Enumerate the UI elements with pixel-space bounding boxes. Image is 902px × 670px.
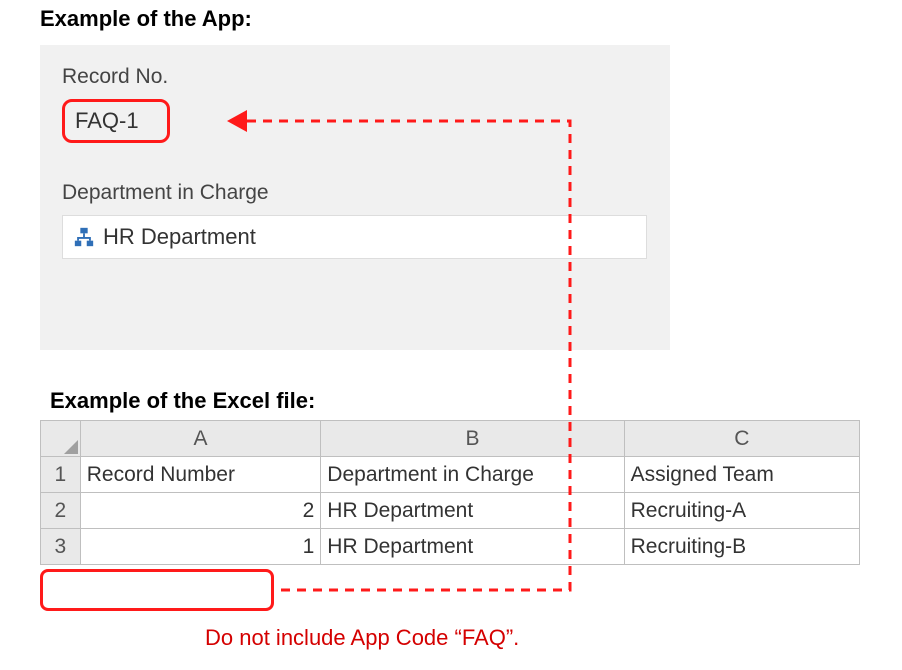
excel-col-b: B bbox=[321, 421, 624, 457]
excel-row-1-num: 1 bbox=[41, 457, 81, 493]
department-value: HR Department bbox=[103, 224, 256, 250]
excel-r3-b: HR Department bbox=[321, 529, 624, 565]
record-number-value: FAQ-1 bbox=[62, 99, 170, 143]
excel-r3-a: 1 bbox=[80, 529, 321, 565]
excel-r2-a: 2 bbox=[80, 493, 321, 529]
org-chart-icon bbox=[73, 226, 95, 248]
arrow-left-icon bbox=[227, 110, 247, 132]
heading-app-example: Example of the App: bbox=[40, 6, 252, 32]
excel-header-b: Department in Charge bbox=[321, 457, 624, 493]
table-row: 2 2 HR Department Recruiting-A bbox=[41, 493, 860, 529]
record-number-label: Record No. bbox=[62, 65, 648, 89]
excel-col-c: C bbox=[624, 421, 859, 457]
department-row: HR Department bbox=[62, 215, 647, 259]
excel-r3-c: Recruiting-B bbox=[624, 529, 859, 565]
department-label: Department in Charge bbox=[62, 181, 648, 205]
excel-highlight-box bbox=[40, 569, 274, 611]
excel-corner-cell bbox=[41, 421, 81, 457]
excel-r2-c: Recruiting-A bbox=[624, 493, 859, 529]
excel-table: A B C 1 Record Number Department in Char… bbox=[40, 420, 860, 565]
excel-header-c: Assigned Team bbox=[624, 457, 859, 493]
excel-r2-b: HR Department bbox=[321, 493, 624, 529]
excel-row-2-num: 2 bbox=[41, 493, 81, 529]
table-row: 3 1 HR Department Recruiting-B bbox=[41, 529, 860, 565]
heading-excel-example: Example of the Excel file: bbox=[50, 388, 315, 414]
table-row: 1 Record Number Department in Charge Ass… bbox=[41, 457, 860, 493]
excel-header-a: Record Number bbox=[80, 457, 321, 493]
excel-table-wrapper: A B C 1 Record Number Department in Char… bbox=[40, 420, 860, 565]
caution-text: Do not include App Code “FAQ”. bbox=[205, 625, 519, 651]
excel-column-header-row: A B C bbox=[41, 421, 860, 457]
app-record-panel: Record No. FAQ-1 Department in Charge HR… bbox=[40, 45, 670, 350]
excel-col-a: A bbox=[80, 421, 321, 457]
excel-row-3-num: 3 bbox=[41, 529, 81, 565]
